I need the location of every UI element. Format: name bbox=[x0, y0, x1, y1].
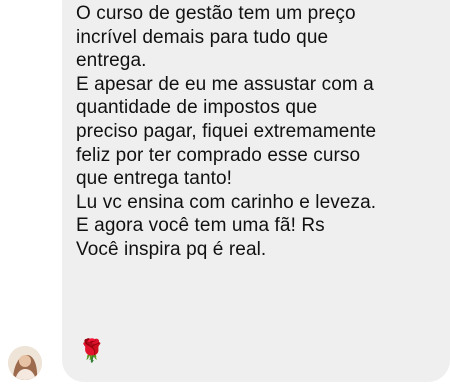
message-paragraph-4: E agora você tem uma fã! Rs bbox=[76, 215, 325, 237]
profile-photo-avatar-icon bbox=[8, 346, 42, 380]
message-paragraph-3: Lu vc ensina com carinho e leveza. bbox=[76, 191, 377, 213]
message-paragraph-5: Você inspira pq é real. bbox=[76, 238, 267, 260]
sender-avatar[interactable] bbox=[8, 346, 42, 380]
rose-emoji-icon: 🌹 bbox=[78, 338, 106, 363]
message-paragraph-1: O curso de gestão tem um preço incrível … bbox=[76, 3, 356, 72]
message-bubble[interactable]: O curso de gestão tem um preço incrível … bbox=[62, 0, 450, 382]
message-paragraph-2: E apesar de eu me assustar com a quantid… bbox=[76, 73, 377, 190]
